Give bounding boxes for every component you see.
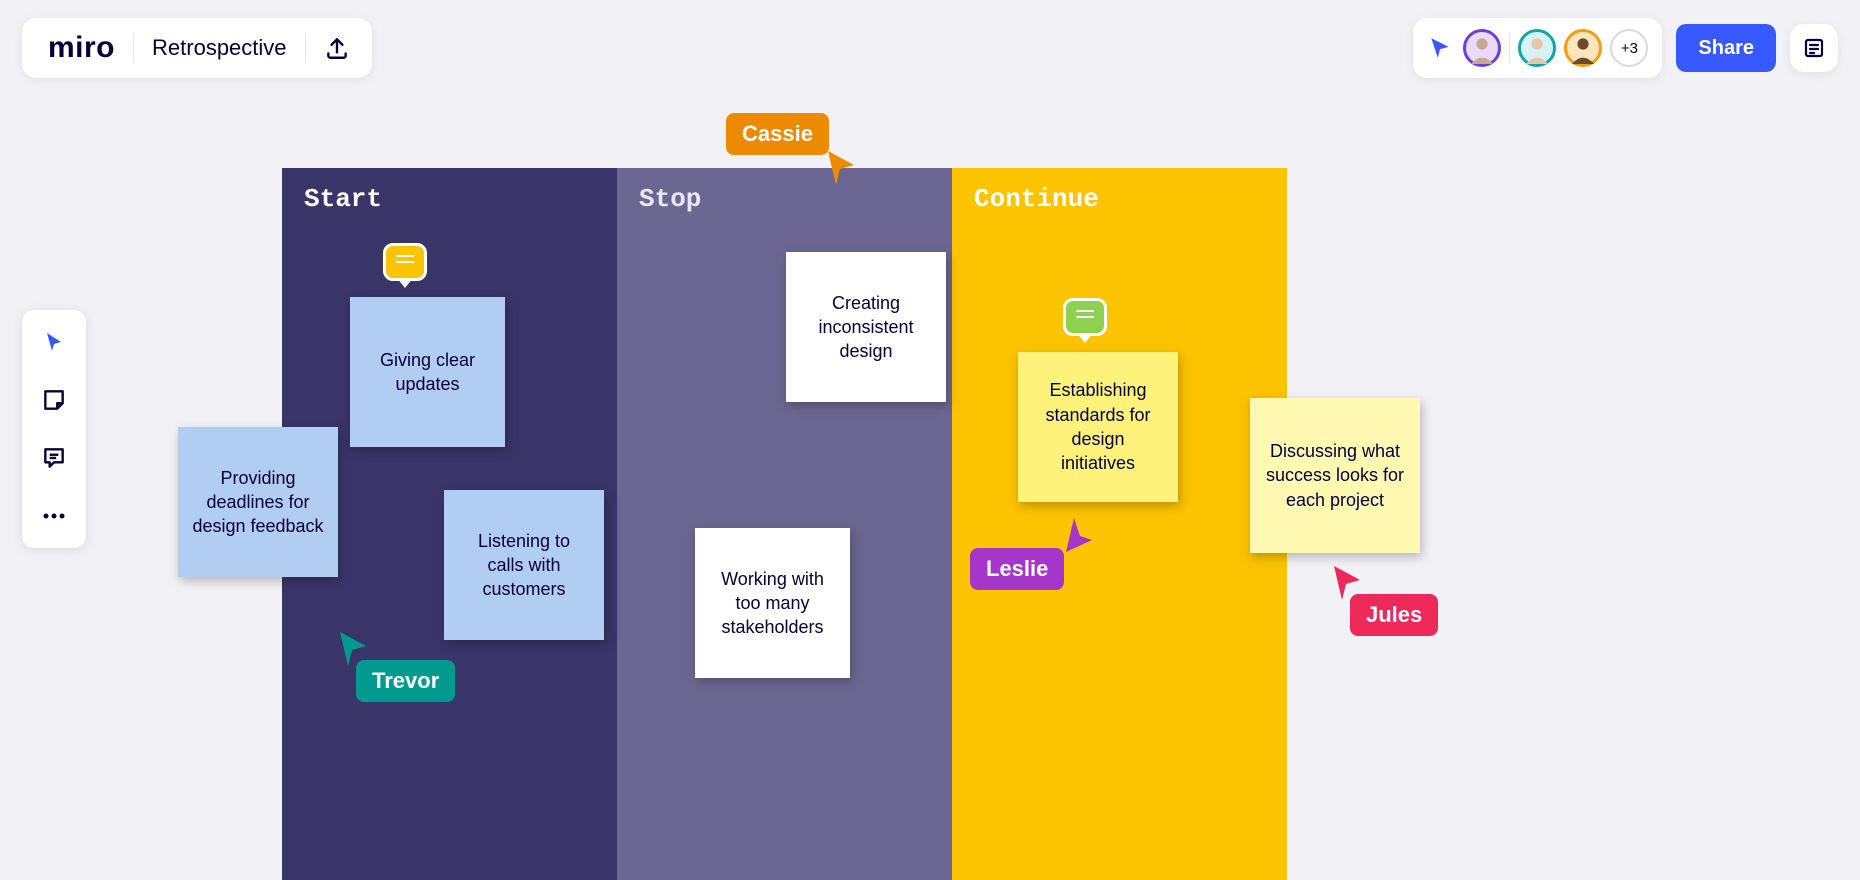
cursor-label: Leslie xyxy=(970,548,1064,590)
presence-card: +3 xyxy=(1413,18,1662,78)
comment-tool[interactable] xyxy=(34,438,74,478)
sticky-note-tool[interactable] xyxy=(34,380,74,420)
cursor-label: Cassie xyxy=(726,113,829,155)
sticky-note[interactable]: Working with too many stakeholders xyxy=(695,528,850,678)
header-card: miro Retrospective xyxy=(22,18,372,78)
sticky-note[interactable]: Listening to calls with customers xyxy=(444,490,604,640)
divider xyxy=(133,33,134,63)
user-cursor-cassie: Cassie xyxy=(726,113,829,155)
top-right-cluster: +3 Share xyxy=(1413,18,1838,78)
column-heading: Continue xyxy=(974,184,1265,214)
select-tool[interactable] xyxy=(34,322,74,362)
avatar-group: +3 xyxy=(1463,29,1648,67)
divider xyxy=(1509,33,1510,63)
column-continue[interactable]: Continue xyxy=(952,168,1287,880)
sticky-note[interactable]: Establishing standards for design initia… xyxy=(1018,352,1178,502)
cursor-label: Jules xyxy=(1350,594,1438,636)
more-users-badge[interactable]: +3 xyxy=(1610,29,1648,67)
cursor-label: Trevor xyxy=(356,660,455,702)
avatar[interactable] xyxy=(1564,29,1602,67)
activity-feed-button[interactable] xyxy=(1790,24,1838,72)
avatar[interactable] xyxy=(1518,29,1556,67)
export-icon[interactable] xyxy=(324,35,350,61)
sticky-note[interactable]: Providing deadlines for design feedback xyxy=(178,427,338,577)
follow-cursor-icon[interactable] xyxy=(1427,35,1453,61)
board-title[interactable]: Retrospective xyxy=(152,35,287,61)
comment-icon[interactable] xyxy=(383,243,427,281)
column-heading: Stop xyxy=(639,184,930,214)
avatar[interactable] xyxy=(1463,29,1501,67)
comment-icon[interactable] xyxy=(1063,298,1107,336)
app-logo[interactable]: miro xyxy=(48,31,115,65)
retro-board[interactable]: Start Stop Continue xyxy=(282,168,1287,880)
sticky-note[interactable]: Giving clear updates xyxy=(350,297,505,447)
column-heading: Start xyxy=(304,184,595,214)
left-toolbar xyxy=(22,310,86,548)
divider xyxy=(305,33,306,63)
more-tools[interactable] xyxy=(34,496,74,536)
sticky-note[interactable]: Creating inconsistent design xyxy=(786,252,946,402)
share-button[interactable]: Share xyxy=(1676,24,1776,72)
sticky-note[interactable]: Discussing what success looks for each p… xyxy=(1250,398,1420,553)
